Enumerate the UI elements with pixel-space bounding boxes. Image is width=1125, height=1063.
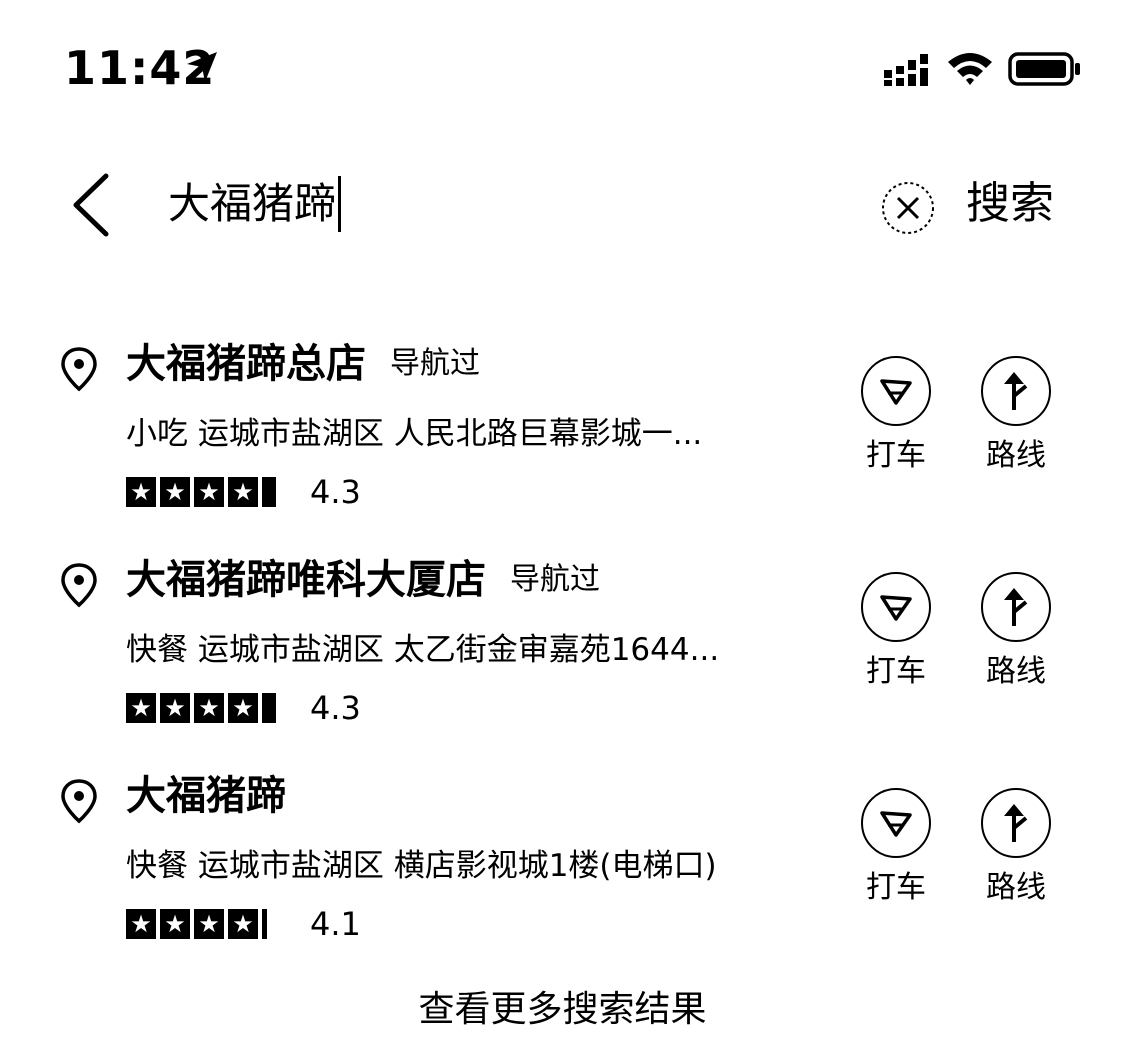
partial-star-icon (262, 909, 267, 939)
location-pin-icon (61, 347, 97, 392)
rating-value: 4.3 (310, 473, 361, 511)
taxi-button[interactable]: 打车 (846, 572, 946, 694)
route-label: 路线 (986, 654, 1046, 689)
rating-stars: ★ ★ ★ ★ (126, 476, 280, 508)
taxi-button[interactable]: 打车 (846, 788, 946, 910)
route-label: 路线 (986, 870, 1046, 905)
result-title: 大福猪蹄唯科大厦店 (126, 557, 486, 603)
location-pin-icon (61, 779, 97, 824)
location-arrow-icon (187, 52, 217, 82)
result-category: 快餐 (126, 632, 188, 668)
route-label: 路线 (986, 438, 1046, 473)
result-item[interactable]: 大福猪蹄总店 导航过 小吃 运城市盐湖区 人民北路巨幕影城一... ★ ★ ★ ★… (0, 326, 1125, 526)
route-icon (1004, 588, 1028, 626)
search-query[interactable]: 大福猪蹄 (168, 172, 336, 236)
status-bar: 11:42 (0, 0, 1125, 140)
clear-icon[interactable] (880, 180, 936, 236)
result-address: 运城市盐湖区 横店影视城1楼(电梯口) (197, 848, 717, 884)
more-results-link[interactable]: 查看更多搜索结果 (0, 982, 1125, 1038)
star-icon: ★ (194, 693, 224, 723)
result-category: 快餐 (126, 848, 188, 884)
taxi-icon (880, 811, 912, 837)
route-icon-circle (981, 356, 1051, 426)
text-caret (338, 176, 342, 232)
navigated-badge: 导航过 (390, 346, 480, 381)
result-description: 快餐 运城市盐湖区 太乙街金审嘉苑1644... (126, 628, 826, 672)
taxi-label: 打车 (866, 870, 926, 905)
star-icon: ★ (160, 909, 190, 939)
taxi-button[interactable]: 打车 (846, 356, 946, 478)
star-icon: ★ (160, 693, 190, 723)
star-icon: ★ (228, 477, 258, 507)
result-description: 快餐 运城市盐湖区 横店影视城1楼(电梯口) (126, 844, 826, 888)
taxi-label: 打车 (866, 654, 926, 689)
navigated-badge: 导航过 (510, 562, 600, 597)
back-icon[interactable] (66, 170, 118, 240)
result-description: 小吃 运城市盐湖区 人民北路巨幕影城一... (126, 412, 826, 456)
star-icon: ★ (126, 693, 156, 723)
route-button[interactable]: 路线 (966, 572, 1066, 694)
taxi-label: 打车 (866, 438, 926, 473)
star-icon: ★ (228, 909, 258, 939)
taxi-icon-circle (861, 788, 931, 858)
result-address: 运城市盐湖区 人民北路巨幕影城一... (197, 416, 703, 452)
taxi-icon (880, 595, 912, 621)
route-button[interactable]: 路线 (966, 788, 1066, 910)
taxi-icon-circle (861, 572, 931, 642)
rating-stars: ★ ★ ★ ★ (126, 692, 280, 724)
route-button[interactable]: 路线 (966, 356, 1066, 478)
result-item[interactable]: 大福猪蹄 快餐 运城市盐湖区 横店影视城1楼(电梯口) ★ ★ ★ ★ 4.1 … (0, 758, 1125, 958)
result-title: 大福猪蹄 (126, 773, 286, 819)
rating-stars: ★ ★ ★ ★ (126, 908, 271, 940)
route-icon (1004, 804, 1028, 842)
result-name: 大福猪蹄唯科大厦店 导航过 (126, 550, 600, 610)
route-icon-circle (981, 572, 1051, 642)
result-item[interactable]: 大福猪蹄唯科大厦店 导航过 快餐 运城市盐湖区 太乙街金审嘉苑1644... ★ … (0, 542, 1125, 742)
star-icon: ★ (228, 693, 258, 723)
result-name: 大福猪蹄 (126, 766, 286, 826)
result-name: 大福猪蹄总店 导航过 (126, 334, 480, 394)
result-title: 大福猪蹄总店 (126, 341, 366, 387)
star-icon: ★ (126, 477, 156, 507)
wifi-icon (948, 53, 992, 85)
search-input[interactable]: 大福猪蹄 (168, 172, 848, 236)
search-button[interactable]: 搜索 (966, 172, 1054, 236)
partial-star-icon (262, 693, 276, 723)
battery-icon (1008, 52, 1080, 86)
route-icon (1004, 372, 1028, 410)
result-address: 运城市盐湖区 太乙街金审嘉苑1644... (197, 632, 720, 668)
partial-star-icon (262, 477, 276, 507)
rating-value: 4.1 (310, 905, 361, 943)
signal-icon (884, 54, 928, 86)
taxi-icon (880, 379, 912, 405)
star-icon: ★ (194, 909, 224, 939)
route-icon-circle (981, 788, 1051, 858)
star-icon: ★ (194, 477, 224, 507)
rating-value: 4.3 (310, 689, 361, 727)
location-pin-icon (61, 563, 97, 608)
taxi-icon-circle (861, 356, 931, 426)
result-category: 小吃 (126, 416, 188, 452)
star-icon: ★ (126, 909, 156, 939)
star-icon: ★ (160, 477, 190, 507)
